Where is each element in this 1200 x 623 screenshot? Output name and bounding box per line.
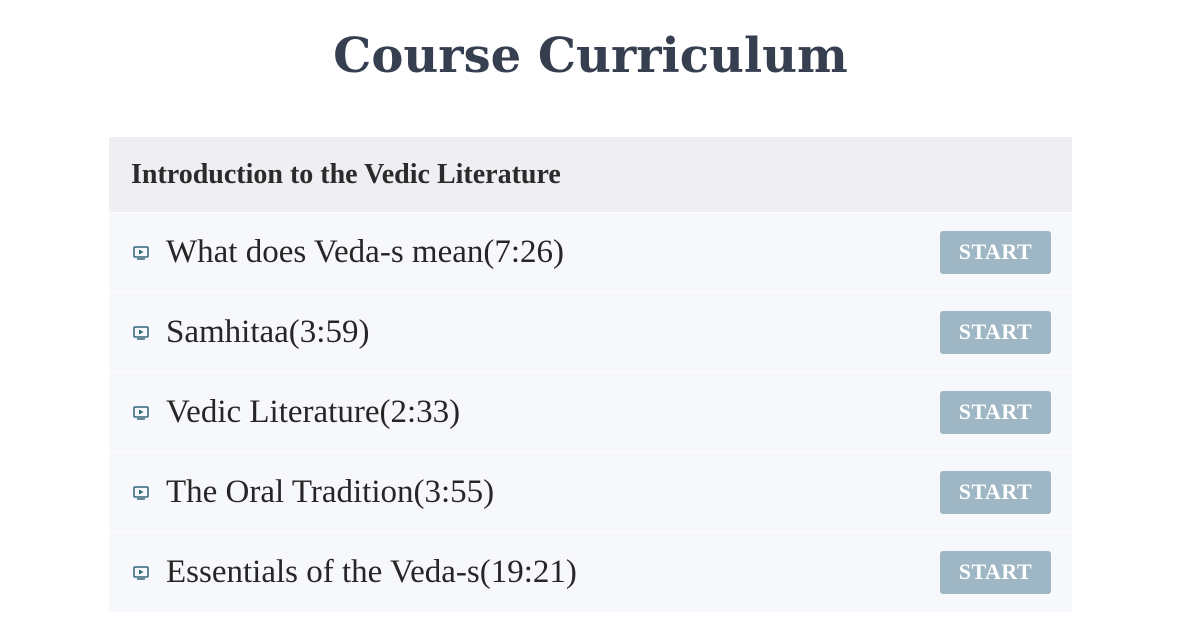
- lecture-title[interactable]: What does Veda-s mean(7:26): [166, 234, 564, 271]
- lecture-item[interactable]: What does Veda-s mean(7:26) START: [109, 212, 1072, 292]
- lecture-item[interactable]: Vedic Literature(2:33) START: [109, 372, 1072, 452]
- start-button[interactable]: START: [940, 470, 1051, 514]
- start-button[interactable]: START: [940, 390, 1051, 434]
- start-button[interactable]: START: [940, 310, 1051, 354]
- lecture-item[interactable]: Essentials of the Veda-s(19:21) START: [109, 532, 1072, 612]
- video-play-icon: [133, 485, 149, 501]
- page-title: Course Curriculum: [333, 28, 848, 84]
- section-header: Introduction to the Vedic Literature: [109, 137, 1072, 212]
- start-button[interactable]: START: [940, 230, 1051, 274]
- lecture-title[interactable]: The Oral Tradition(3:55): [166, 474, 494, 511]
- video-play-icon: [133, 405, 149, 421]
- video-play-icon: [133, 325, 149, 341]
- lecture-item[interactable]: The Oral Tradition(3:55) START: [109, 452, 1072, 532]
- lecture-title[interactable]: Samhitaa(3:59): [166, 314, 369, 351]
- video-play-icon: [133, 245, 149, 261]
- section-title: Introduction to the Vedic Literature: [131, 158, 561, 190]
- start-button[interactable]: START: [940, 550, 1051, 594]
- course-curriculum: Introduction to the Vedic Literature Wha…: [109, 137, 1072, 612]
- lecture-title[interactable]: Vedic Literature(2:33): [166, 394, 460, 431]
- lecture-title[interactable]: Essentials of the Veda-s(19:21): [166, 554, 577, 591]
- video-play-icon: [133, 565, 149, 581]
- lecture-item[interactable]: Samhitaa(3:59) START: [109, 292, 1072, 372]
